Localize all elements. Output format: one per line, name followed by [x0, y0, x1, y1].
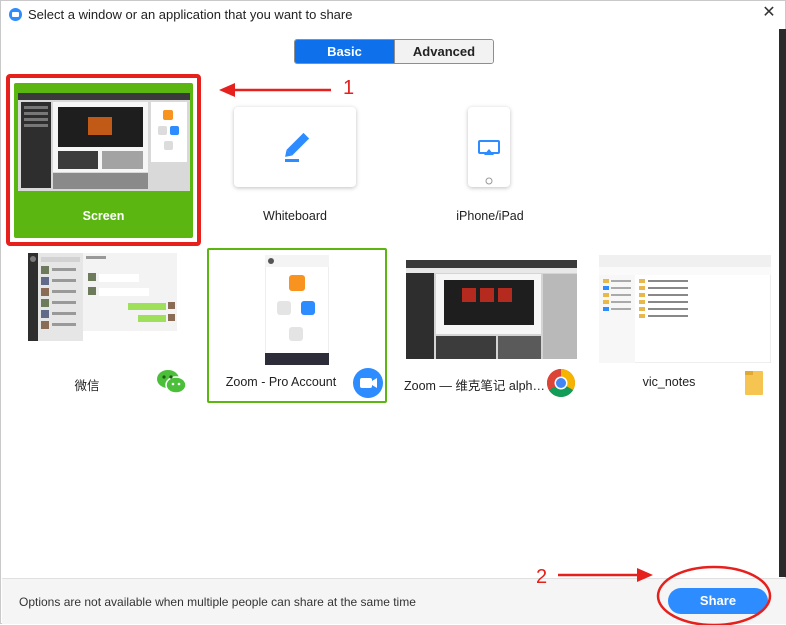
annotation-overlay: [219, 83, 772, 625]
annotation-arrowhead-1: [219, 83, 235, 97]
annotation-number-1: 1: [343, 77, 355, 99]
annotation-arrowhead-2: [637, 568, 653, 582]
annotation-ellipse: [656, 565, 772, 625]
annotation-number-2: 2: [536, 566, 548, 588]
share-screen-window: Select a window or an application that y…: [0, 0, 786, 625]
